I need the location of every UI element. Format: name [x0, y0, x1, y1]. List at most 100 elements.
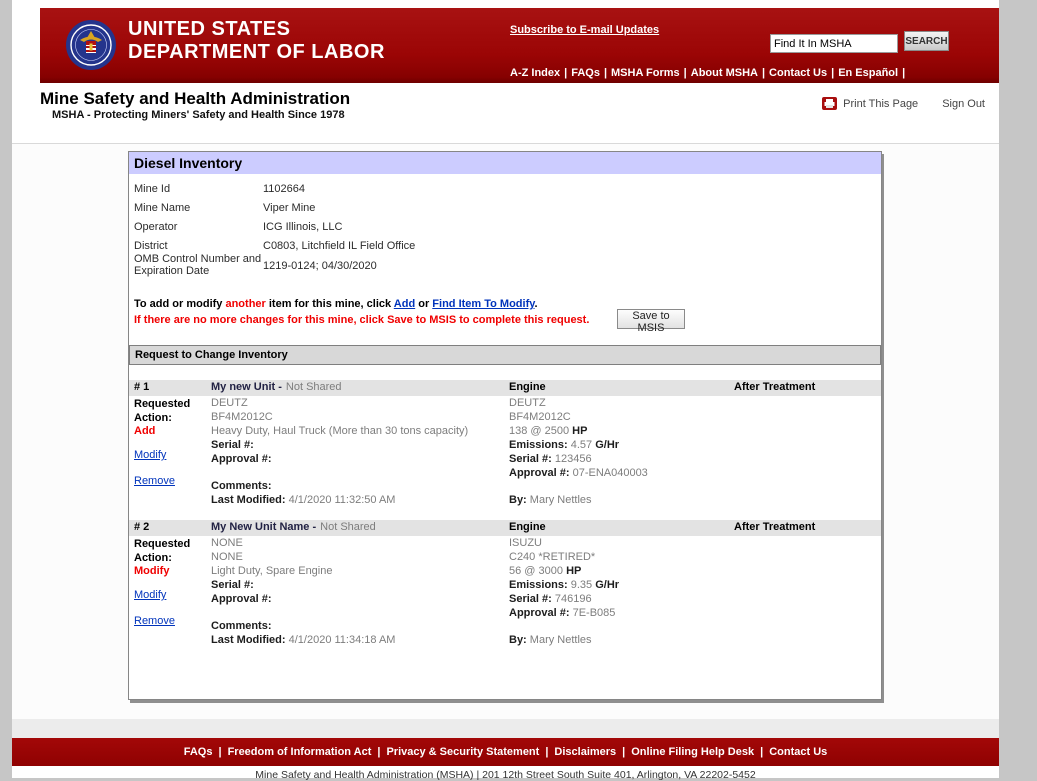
engine-make: ISUZU: [509, 537, 542, 549]
mine-name-label: Mine Name: [134, 202, 191, 214]
serial-label: Serial #:: [509, 593, 552, 605]
instr-text: .: [534, 298, 538, 310]
main-area: Diesel Inventory Mine Id 1102664 Mine Na…: [12, 143, 999, 719]
item-2-header: # 2 My New Unit Name - Not Shared Engine …: [129, 520, 881, 536]
modify-link[interactable]: Modify: [134, 449, 209, 462]
masthead: Mine Safety and Health Administration MS…: [12, 83, 999, 143]
unit-serial-line: Serial #:: [211, 439, 507, 452]
search-button[interactable]: SEARCH: [904, 31, 949, 51]
engine-serial-line: Serial #: 123456: [509, 453, 733, 466]
sign-out-link[interactable]: Sign Out: [942, 98, 985, 110]
footer-privacy[interactable]: Privacy & Security Statement: [386, 746, 539, 758]
emissions-label: Emissions:: [509, 579, 568, 591]
subscribe-email-link[interactable]: Subscribe to E-mail Updates: [510, 24, 659, 36]
nav-faqs[interactable]: FAQs: [571, 67, 600, 79]
unit-approval-line: Approval #:: [211, 453, 507, 466]
instr-text: To add or modify: [134, 298, 226, 310]
last-modified-value: 4/1/2020 11:32:50 AM: [288, 494, 396, 506]
unit-make: DEUTZ: [211, 397, 248, 409]
engine-approval-line: Approval #: 7E-B085: [509, 607, 733, 620]
agency-line2: DEPARTMENT OF LABOR: [128, 41, 385, 63]
engine-power-line: 138 @ 2500 HP: [509, 425, 733, 438]
footer-help-desk[interactable]: Online Filing Help Desk: [631, 746, 754, 758]
approval-label: Approval #:: [211, 593, 272, 605]
save-to-msis-button[interactable]: Save to MSIS: [617, 309, 685, 334]
unit-comments-line: Comments:: [211, 480, 507, 493]
unit-make: NONE: [211, 537, 243, 549]
shared-status: Not Shared: [285, 381, 342, 393]
district-label: District: [134, 240, 168, 252]
power-unit: HP: [566, 565, 582, 577]
engine-power-line: 56 @ 3000 HP: [509, 565, 733, 578]
footer-separator: |: [622, 746, 626, 758]
unit-name-text: My New Unit Name -: [211, 521, 317, 533]
add-modify-instruction: To add or modify another item for this m…: [134, 298, 538, 310]
find-item-to-modify-link[interactable]: Find Item To Modify: [432, 298, 534, 310]
dol-seal-icon: [66, 20, 116, 70]
modify-link[interactable]: Modify: [134, 589, 209, 602]
footer-address: Mine Safety and Health Administration (M…: [255, 769, 756, 781]
agency-name: UNITED STATES DEPARTMENT OF LABOR: [128, 18, 385, 64]
nav-separator: |: [564, 67, 568, 79]
comments-label: Comments:: [211, 480, 272, 492]
inventory-item-2: # 2 My New Unit Name - Not Shared Engine …: [129, 520, 881, 660]
by-value: Mary Nettles: [529, 634, 592, 646]
comments-label: Comments:: [211, 620, 272, 632]
save-warning-text: If there are no more changes for this mi…: [134, 314, 590, 326]
unit-serial-line: Serial #:: [211, 579, 507, 592]
request-to-change-inventory-header: Request to Change Inventory: [129, 345, 881, 365]
remove-link[interactable]: Remove: [134, 615, 209, 628]
footer-contact-us[interactable]: Contact Us: [769, 746, 827, 758]
engine-make: DEUTZ: [509, 397, 546, 409]
inventory-item-1: # 1 My new Unit - Not Shared Engine After…: [129, 380, 881, 520]
power-value: 138 @ 2500: [509, 425, 570, 437]
nav-separator: |: [831, 67, 835, 79]
engine-model: C240 *RETIRED*: [509, 551, 596, 563]
serial-label: Serial #:: [211, 439, 254, 451]
nav-az-index[interactable]: A-Z Index: [510, 67, 560, 79]
operator-label: Operator: [134, 221, 178, 233]
item-action: Modify: [134, 565, 170, 577]
emissions-value: 4.57: [570, 439, 593, 451]
last-modified-value: 4/1/2020 11:34:18 AM: [288, 634, 396, 646]
footer-faqs[interactable]: FAQs: [184, 746, 213, 758]
footer-nav: FAQs | Freedom of Information Act | Privacy …: [12, 738, 999, 766]
mine-id-label: Mine Id: [134, 183, 171, 195]
unit-last-modified-line: Last Modified: 4/1/2020 11:32:50 AM: [211, 494, 507, 507]
print-this-page-link[interactable]: Print This Page: [843, 98, 918, 110]
engine-model: BF4M2012C: [509, 411, 571, 423]
remove-link[interactable]: Remove: [134, 475, 209, 488]
printer-icon: [822, 97, 838, 110]
search-input[interactable]: [770, 34, 898, 53]
footer-disclaimers[interactable]: Disclaimers: [554, 746, 616, 758]
item-1-header: # 1 My new Unit - Not Shared Engine After…: [129, 380, 881, 396]
requested-action-label: Requested Action:: [134, 398, 191, 424]
emissions-unit: G/Hr: [595, 439, 620, 451]
serial-value: 123456: [554, 453, 592, 465]
page: UNITED STATES DEPARTMENT OF LABOR Subscr…: [12, 0, 999, 781]
mine-name-value: Viper Mine: [263, 202, 316, 214]
nav-contact-us[interactable]: Contact Us: [769, 67, 827, 79]
nav-separator: |: [902, 67, 906, 79]
footer-foia[interactable]: Freedom of Information Act: [228, 746, 372, 758]
nav-msha-forms[interactable]: MSHA Forms: [611, 67, 680, 79]
mine-id-value: 1102664: [263, 183, 306, 195]
unit-type: Heavy Duty, Haul Truck (More than 30 ton…: [211, 425, 469, 437]
unit-type: Light Duty, Spare Engine: [211, 565, 333, 577]
msha-title: Mine Safety and Health Administration: [40, 89, 351, 108]
instr-text: item for this mine, click: [265, 298, 394, 310]
nav-about-msha[interactable]: About MSHA: [691, 67, 758, 79]
engine-emissions-line: Emissions: 9.35 G/Hr: [509, 579, 733, 592]
header-nav: A-Z Index | FAQs | MSHA Forms | About MSHA | Con…: [510, 67, 909, 79]
add-link[interactable]: Add: [394, 298, 415, 310]
serial-label: Serial #:: [211, 579, 254, 591]
item-number: # 1: [134, 381, 150, 393]
unit-comments-line: Comments:: [211, 620, 507, 633]
omb-value: 1219-0124; 04/30/2020: [263, 260, 377, 272]
nav-en-espanol[interactable]: En Español: [838, 67, 898, 79]
engine-column-header: Engine: [509, 521, 546, 533]
unit-name: My New Unit Name - Not Shared: [211, 521, 376, 533]
footer-separator: |: [377, 746, 381, 758]
engine-by-line: By: Mary Nettles: [509, 494, 733, 507]
approval-label: Approval #:: [509, 467, 570, 479]
